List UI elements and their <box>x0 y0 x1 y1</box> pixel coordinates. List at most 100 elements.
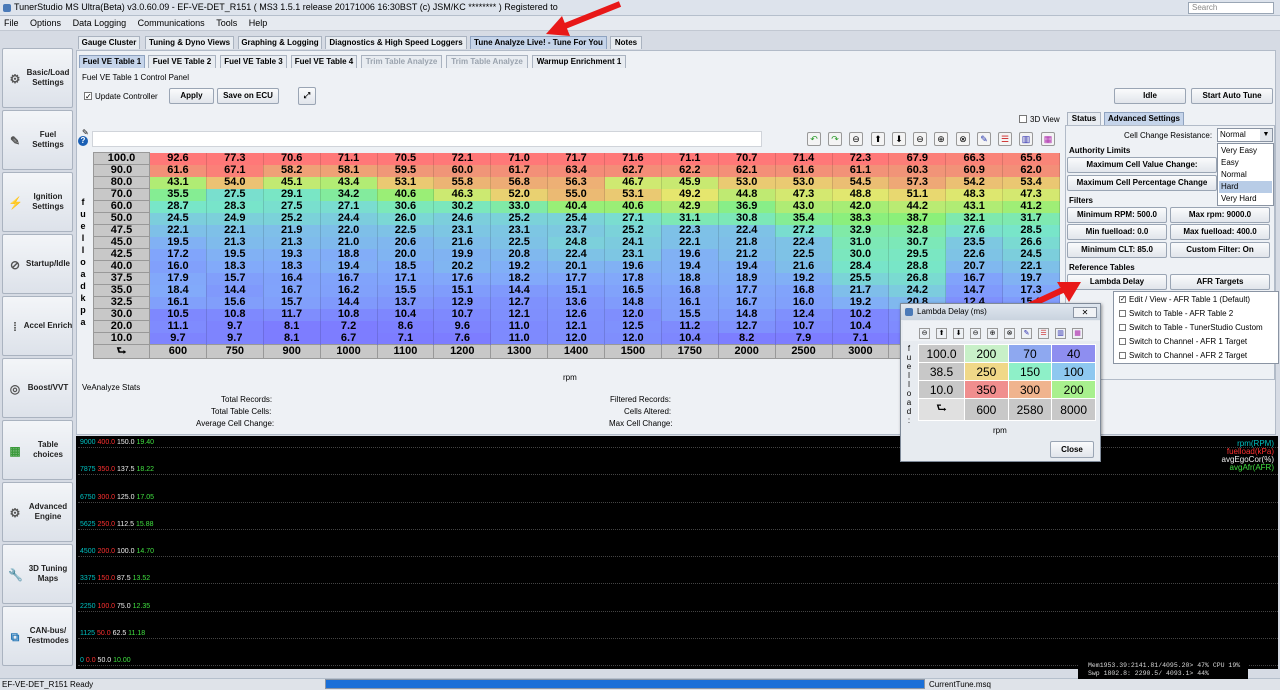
table-cell[interactable]: 61.7 <box>490 164 549 177</box>
interpolate-rows-icon[interactable]: ☰ <box>1038 328 1049 339</box>
chevron-down-icon[interactable]: ▼ <box>1260 129 1272 141</box>
smooth-icon[interactable]: ▦ <box>1072 328 1083 339</box>
table-cell[interactable]: 16.7 <box>945 272 1004 285</box>
table-cell[interactable]: 9.7 <box>149 332 207 345</box>
table-cell[interactable]: 7.2 <box>320 320 378 333</box>
table-cell[interactable]: 29.1 <box>263 188 321 201</box>
plus-icon[interactable]: ⊕ <box>987 328 998 339</box>
table-cell[interactable]: 40 <box>1051 344 1096 363</box>
option-very-hard[interactable]: Very Hard <box>1219 193 1272 205</box>
table-cell[interactable]: 22.4 <box>718 224 776 237</box>
table-cell[interactable]: 22.6 <box>945 248 1004 261</box>
min-clt-button[interactable]: Minimum CLT: 85.0 <box>1067 242 1167 258</box>
table-cell[interactable]: 10.2 <box>832 308 890 321</box>
table-cell[interactable]: 26.0 <box>377 212 435 225</box>
table-cell[interactable]: 53.0 <box>775 176 833 189</box>
tab-advanced-settings[interactable]: Advanced Settings <box>1104 112 1184 125</box>
minus-icon[interactable]: ⊖ <box>970 328 981 339</box>
table-cell[interactable]: 14.4 <box>206 284 264 297</box>
tab-status[interactable]: Status <box>1067 112 1101 125</box>
table-cell[interactable]: 28.4 <box>832 260 890 273</box>
pencil-icon[interactable]: ✎ <box>977 132 991 146</box>
table-cell[interactable]: 24.6 <box>433 212 492 225</box>
help-icon[interactable]: ? <box>78 136 88 146</box>
subtab-ve-3[interactable]: Fuel VE Table 3 <box>220 55 287 68</box>
table-cell[interactable]: 65.6 <box>1002 152 1060 165</box>
table-cell[interactable]: 24.9 <box>206 212 264 225</box>
subtab-warmup-enrichment[interactable]: Warmup Enrichment 1 <box>532 55 626 68</box>
table-cell[interactable]: 12.0 <box>604 332 662 345</box>
table-cell[interactable]: 9.7 <box>206 332 264 345</box>
idle-button[interactable]: Idle <box>1114 88 1186 104</box>
table-cell[interactable]: 71.6 <box>604 152 662 165</box>
table-cell[interactable]: 14.8 <box>604 296 662 309</box>
table-cell[interactable]: 32.8 <box>888 224 947 237</box>
table-cell[interactable]: 22.1 <box>1002 260 1060 273</box>
table-cell[interactable]: 40.6 <box>604 200 662 213</box>
table-cell[interactable]: 19.2 <box>832 296 890 309</box>
table-cell[interactable]: 60.3 <box>888 164 947 177</box>
table-cell[interactable]: 20.7 <box>945 260 1004 273</box>
table-cell[interactable]: 19.6 <box>661 248 719 261</box>
afr-menu-item[interactable]: Switch to Channel - AFR 2 Target <box>1129 350 1247 362</box>
table-cell[interactable]: 11.2 <box>661 320 719 333</box>
multiply-icon[interactable]: ⊗ <box>1004 328 1015 339</box>
table-cell[interactable]: 23.5 <box>945 236 1004 249</box>
table-cell[interactable]: 40.4 <box>547 200 605 213</box>
table-cell[interactable]: 7.1 <box>832 332 890 345</box>
table-cell[interactable]: 23.1 <box>433 224 492 237</box>
table-cell[interactable]: 19.3 <box>263 248 321 261</box>
table-cell[interactable]: 15.1 <box>433 284 492 297</box>
corner-arrow-icon[interactable]: ⮑ <box>93 344 150 359</box>
table-cell[interactable]: 22.1 <box>149 224 207 237</box>
resistance-select[interactable]: Normal ▼ <box>1217 128 1273 142</box>
table-cell[interactable]: 60.0 <box>433 164 492 177</box>
table-cell[interactable]: 17.2 <box>149 248 207 261</box>
decrement-icon[interactable]: ⊖ <box>919 328 930 339</box>
afr-menu-item[interactable]: Switch to Channel - AFR 1 Target <box>1129 336 1247 348</box>
table-cell[interactable]: 10.4 <box>661 332 719 345</box>
table-cell[interactable]: 42.0 <box>832 200 890 213</box>
table-cell[interactable]: 20.6 <box>377 236 435 249</box>
subtab-ve-2[interactable]: Fuel VE Table 2 <box>148 55 216 68</box>
table-cell[interactable]: 61.1 <box>832 164 890 177</box>
table-cell[interactable]: 66.3 <box>945 152 1004 165</box>
menu-checkbox[interactable] <box>1119 352 1126 359</box>
table-cell[interactable]: 13.6 <box>547 296 605 309</box>
table-cell[interactable]: 27.6 <box>945 224 1004 237</box>
min-fuelload-button[interactable]: Min fuelload: 0.0 <box>1067 224 1167 240</box>
table-cell[interactable]: 18.8 <box>320 248 378 261</box>
table-cell[interactable]: 53.4 <box>1002 176 1060 189</box>
table-cell[interactable]: 18.9 <box>718 272 776 285</box>
table-cell[interactable]: 62.2 <box>661 164 719 177</box>
table-cell[interactable]: 25.2 <box>604 224 662 237</box>
table-cell[interactable]: 40.6 <box>377 188 435 201</box>
pencil-icon[interactable]: ✎ <box>1021 328 1032 339</box>
table-cell[interactable]: 21.3 <box>263 236 321 249</box>
tab-gauge-cluster[interactable]: Gauge Cluster <box>78 36 140 49</box>
table-cell[interactable]: 17.9 <box>149 272 207 285</box>
menu-communications[interactable]: Communications <box>138 18 205 28</box>
table-cell[interactable]: 53.0 <box>718 176 776 189</box>
sidebar-table-choices[interactable]: ▦ Table choices <box>2 420 73 480</box>
table-cell[interactable]: 46.7 <box>604 176 662 189</box>
table-cell[interactable]: 28.5 <box>1002 224 1060 237</box>
table-cell[interactable]: 21.7 <box>832 284 890 297</box>
max-cell-percentage-button[interactable]: Maximum Cell Percentage Change <box>1067 175 1217 191</box>
table-cell[interactable]: 350 <box>964 380 1009 399</box>
table-cell[interactable]: 27.1 <box>604 212 662 225</box>
table-cell[interactable]: 22.3 <box>661 224 719 237</box>
close-icon[interactable]: ✕ <box>1073 307 1097 318</box>
table-cell[interactable]: 21.6 <box>433 236 492 249</box>
menu-checkbox[interactable]: ✓ <box>1119 296 1126 303</box>
table-cell[interactable]: 11.1 <box>149 320 207 333</box>
table-cell[interactable]: 24.5 <box>149 212 207 225</box>
table-cell[interactable]: 250 <box>964 362 1009 381</box>
table-cell[interactable]: 27.5 <box>206 188 264 201</box>
table-cell[interactable]: 53.1 <box>377 176 435 189</box>
down-arrow-icon[interactable]: ⬇ <box>953 328 964 339</box>
tab-diagnostics[interactable]: Diagnostics & High Speed Loggers <box>325 36 467 49</box>
table-cell[interactable]: 34.2 <box>320 188 378 201</box>
fullscreen-icon[interactable]: ⤢ <box>298 87 316 105</box>
table-cell[interactable]: 28.8 <box>888 260 947 273</box>
